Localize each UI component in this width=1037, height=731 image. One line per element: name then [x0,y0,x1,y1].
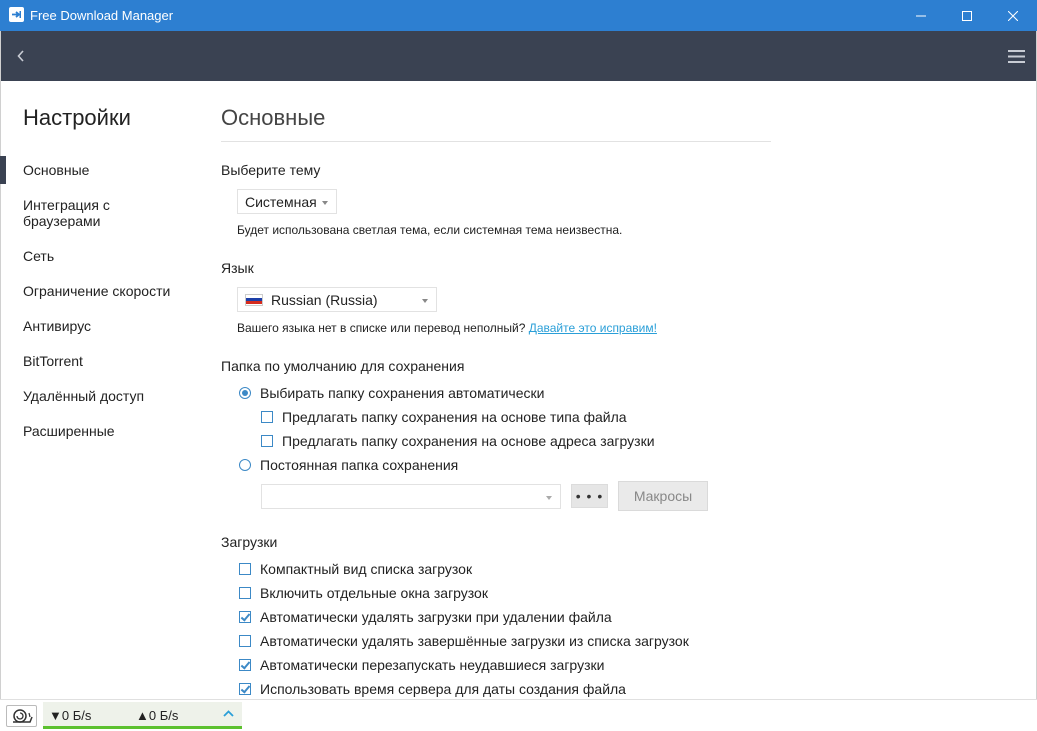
auto-folder-option[interactable]: Выбирать папку сохранения автоматически [239,385,544,401]
download-option-label: Автоматически перезапускать неудавшиеся … [260,657,605,673]
folder-by-address-checkbox[interactable] [261,435,273,447]
theme-select-value: Системная [245,193,317,210]
fixed-folder-radio[interactable] [239,459,251,471]
server-time-checkbox[interactable] [239,683,251,695]
remove-completed-checkbox[interactable] [239,635,251,647]
auto-folder-radio[interactable] [239,387,251,399]
page-title: Основные [221,105,326,130]
sidebar-item-bittorrent[interactable]: BitTorrent [23,353,83,369]
sidebar-item-antivirus[interactable]: Антивирус [23,318,91,334]
hamburger-menu-icon [1007,49,1025,63]
chevron-down-icon [322,201,328,205]
sidebar-item-remote-access[interactable]: Удалённый доступ [23,388,144,404]
downloads-label: Загрузки [221,534,278,550]
upload-speed: ▲0 Б/s [136,708,179,723]
snail-icon [12,709,33,723]
sidebar-item-speed-limit[interactable]: Ограничение скорости [23,283,170,299]
snail-mode-button[interactable] [6,705,37,727]
speed-panel[interactable]: ▼0 Б/s ▲0 Б/s [43,702,242,729]
settings-heading: Настройки [23,105,131,130]
browse-folder-button[interactable]: • • • [571,484,608,508]
save-folder-label: Папка по умолчанию для сохранения [221,358,465,374]
close-button[interactable] [990,0,1036,31]
selected-section-indicator [0,156,6,184]
back-button[interactable] [8,43,34,69]
download-option[interactable]: Автоматически удалять загрузки при удале… [239,609,612,625]
download-option-label: Автоматически удалять загрузки при удале… [260,609,612,625]
sidebar-item-general[interactable]: Основные [23,162,89,178]
folder-by-type-label: Предлагать папку сохранения на основе ти… [282,409,627,425]
language-label: Язык [221,260,254,276]
download-option[interactable]: Включить отдельные окна загрузок [239,585,488,601]
fixed-folder-label: Постоянная папка сохранения [260,457,459,473]
chevron-left-icon [17,50,24,62]
heading-divider [221,141,771,142]
maximize-button[interactable] [944,0,990,31]
minimize-button[interactable] [898,0,944,31]
chevron-up-icon[interactable] [223,710,234,717]
download-option-label: Использовать время сервера для даты созд… [260,681,626,697]
title-bar: Free Download Manager [0,0,1037,31]
auto-folder-label: Выбирать папку сохранения автоматически [260,385,545,401]
folder-by-type-option[interactable]: Предлагать папку сохранения на основе ти… [261,409,627,425]
theme-label: Выберите тему [221,162,321,178]
main-menu-button[interactable] [1003,43,1029,69]
top-toolbar [0,31,1037,81]
sidebar-item-label-line2: браузерами [23,213,101,229]
macros-button[interactable]: Макросы [618,481,708,511]
language-note-text: Вашего языка нет в списке или перевод не… [237,321,526,335]
download-option[interactable]: Автоматически перезапускать неудавшиеся … [239,657,604,673]
status-bar: ▼0 Б/s ▲0 Б/s [0,699,1037,731]
theme-note: Будет использована светлая тема, если си… [237,223,623,237]
window-title: Free Download Manager [30,8,174,23]
compact-list-checkbox[interactable] [239,563,251,575]
download-option-label: Автоматически удалять завершённые загруз… [260,633,689,649]
folder-by-address-label: Предлагать папку сохранения на основе ад… [282,433,655,449]
window-left-border [0,31,1,731]
chevron-down-icon [422,299,428,303]
download-option-label: Включить отдельные окна загрузок [260,585,488,601]
sidebar-item-network[interactable]: Сеть [23,248,54,264]
russia-flag-icon [245,293,263,306]
download-option[interactable]: Использовать время сервера для даты созд… [239,681,626,697]
language-select[interactable]: Russian (Russia) [237,287,437,312]
language-select-value: Russian (Russia) [271,291,378,308]
folder-by-type-checkbox[interactable] [261,411,273,423]
download-speed: ▼0 Б/s [49,708,92,723]
sidebar-item-label-line1: Интеграция с [23,197,110,213]
theme-select[interactable]: Системная [237,189,337,214]
fixed-folder-option[interactable]: Постоянная папка сохранения [239,457,458,473]
chevron-down-icon [546,496,552,500]
language-note: Вашего языка нет в списке или перевод не… [237,321,657,335]
folder-by-address-option[interactable]: Предлагать папку сохранения на основе ад… [261,433,655,449]
fix-translation-link[interactable]: Давайте это исправим! [529,321,657,335]
separate-windows-checkbox[interactable] [239,587,251,599]
download-option[interactable]: Компактный вид списка загрузок [239,561,472,577]
sidebar-item-browser-integration[interactable]: Интеграция с браузерами [23,197,110,229]
save-path-combo[interactable] [261,484,561,509]
download-option[interactable]: Автоматически удалять завершённые загруз… [239,633,689,649]
delete-on-file-delete-checkbox[interactable] [239,611,251,623]
app-logo-icon [9,7,24,22]
download-option-label: Компактный вид списка загрузок [260,561,473,577]
sidebar-item-advanced[interactable]: Расширенные [23,423,115,439]
auto-restart-failed-checkbox[interactable] [239,659,251,671]
